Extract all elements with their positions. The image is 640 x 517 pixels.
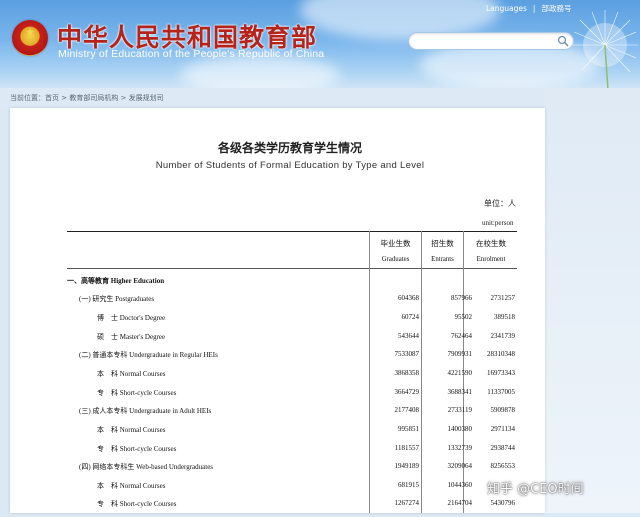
site-subtitle: Ministry of Education of the People's Re… — [58, 48, 325, 60]
row-label: 一、高等教育 Higher Education — [67, 277, 165, 285]
page-title: 各级各类学历教育学生情况 — [217, 141, 362, 155]
table-row: 硕 士 Master's Degree 543644 762464 234173… — [67, 332, 517, 350]
table-top-rule — [67, 231, 517, 232]
table-row: 本 科 Normal Courses 681915 1044360 — [67, 481, 517, 499]
row-label: 博 士 Doctor's Degree — [97, 314, 166, 322]
row-label: 本 科 Normal Courses — [97, 482, 166, 490]
cell-enrolment: 16973343 — [487, 369, 515, 377]
table-row: 专 科 Short-cycle Courses 1181557 1332739 … — [67, 444, 517, 462]
zhihu-watermark: 知乎 @CEO时间 — [487, 482, 584, 497]
dandelion-decoration-icon — [572, 10, 638, 88]
table-row: 一、高等教育 Higher Education — [67, 276, 517, 294]
table-row: (三) 成人本专科 Undergraduate in Adult HEIs 21… — [67, 406, 517, 424]
row-label: (二) 普通本专科 Undergraduate in Regular HEIs — [79, 351, 218, 359]
row-label: 专 科 Short-cycle Courses — [97, 445, 177, 453]
cell-enrolment: 11337005 — [487, 388, 515, 396]
cell-graduates: 604368 — [398, 294, 419, 302]
table-row: 专 科 Short-cycle Courses 1267274 2164704 … — [67, 499, 517, 517]
cell-graduates: 1267274 — [394, 499, 420, 507]
unit-label: 单位：人 — [484, 199, 516, 208]
cell-graduates: 1949189 — [394, 462, 420, 470]
table-row: (四) 网络本专科生 Web-based Undergraduates 1949… — [67, 462, 517, 480]
cell-enrolment: 28310348 — [487, 350, 515, 358]
breadcrumb[interactable]: 当前位置：首页 > 教育部司局机构 > 发展规划司 — [10, 93, 164, 103]
table-row: 专 科 Short-cycle Courses 3664729 3688341 … — [67, 388, 517, 406]
table-row: (一) 研究生 Postgraduates 604368 857966 2731… — [67, 294, 517, 312]
site-header: ★ 中华人民共和国教育部 Ministry of Education of th… — [0, 0, 640, 88]
table-header-rule — [67, 268, 517, 269]
column-header-graduates: 毕业生数 — [380, 239, 411, 248]
cell-entrants: 1044360 — [447, 481, 473, 489]
column-header-enrolment: 在校生数 — [476, 239, 506, 248]
table-row: 本 科 Normal Courses 3868358 4221590 16973… — [67, 369, 517, 387]
table-row: 博 士 Doctor's Degree 60724 95502 389518 — [67, 313, 517, 331]
row-label: (四) 网络本专科生 Web-based Undergraduates — [79, 463, 214, 471]
page-title-english: Number of Students of Formal Education b… — [155, 160, 425, 171]
row-label: 本 科 Normal Courses — [97, 370, 166, 378]
cell-graduates: 1181557 — [394, 444, 419, 452]
cell-enrolment: 2971134 — [490, 425, 515, 433]
column-header-entrants: 招生数 — [431, 239, 454, 248]
unit-label-english: unit:person — [482, 219, 514, 227]
cell-graduates: 995851 — [398, 425, 419, 433]
row-label: 硕 士 Master's Degree — [97, 333, 166, 341]
search-input[interactable] — [408, 32, 574, 50]
column-header-entrants-en: Entrants — [431, 256, 454, 263]
cell-enrolment: 2938744 — [490, 444, 516, 452]
cell-graduates: 60724 — [401, 313, 420, 321]
cell-enrolment: 2731257 — [490, 294, 516, 302]
languages-link[interactable]: Languages — [486, 4, 527, 13]
cell-graduates: 543644 — [398, 332, 419, 340]
row-label: 专 科 Short-cycle Courses — [97, 500, 177, 508]
cell-enrolment: 2341739 — [490, 332, 516, 340]
cell-enrolment: 5430796 — [490, 499, 516, 507]
row-label: (一) 研究生 Postgraduates — [79, 295, 155, 303]
cell-enrolment: 8256553 — [490, 462, 516, 470]
national-emblem-icon[interactable]: ★ — [12, 20, 48, 56]
link-separator: | — [532, 4, 536, 13]
table-row: 本 科 Normal Courses 995851 1400380 297113… — [67, 425, 517, 443]
row-label: (三) 成人本专科 Undergraduate in Adult HEIs — [79, 407, 212, 415]
cell-graduates: 2177408 — [394, 406, 420, 414]
top-links: Languages | 部政務号 — [486, 3, 571, 14]
column-header-graduates-en: Graduates — [381, 256, 410, 263]
row-label: 本 科 Normal Courses — [97, 426, 166, 434]
cell-graduates: 3664729 — [394, 388, 420, 396]
cell-graduates: 681915 — [398, 481, 419, 489]
table-row: (二) 普通本专科 Undergraduate in Regular HEIs … — [67, 350, 517, 368]
cell-enrolment: 389518 — [494, 313, 515, 321]
cell-graduates: 3868358 — [394, 369, 420, 377]
column-header-enrolment-en: Enrolment — [476, 256, 506, 263]
cell-graduates: 7533087 — [394, 350, 420, 358]
cell-enrolment: 5909878 — [490, 406, 516, 414]
row-label: 专 科 Short-cycle Courses — [97, 389, 177, 397]
